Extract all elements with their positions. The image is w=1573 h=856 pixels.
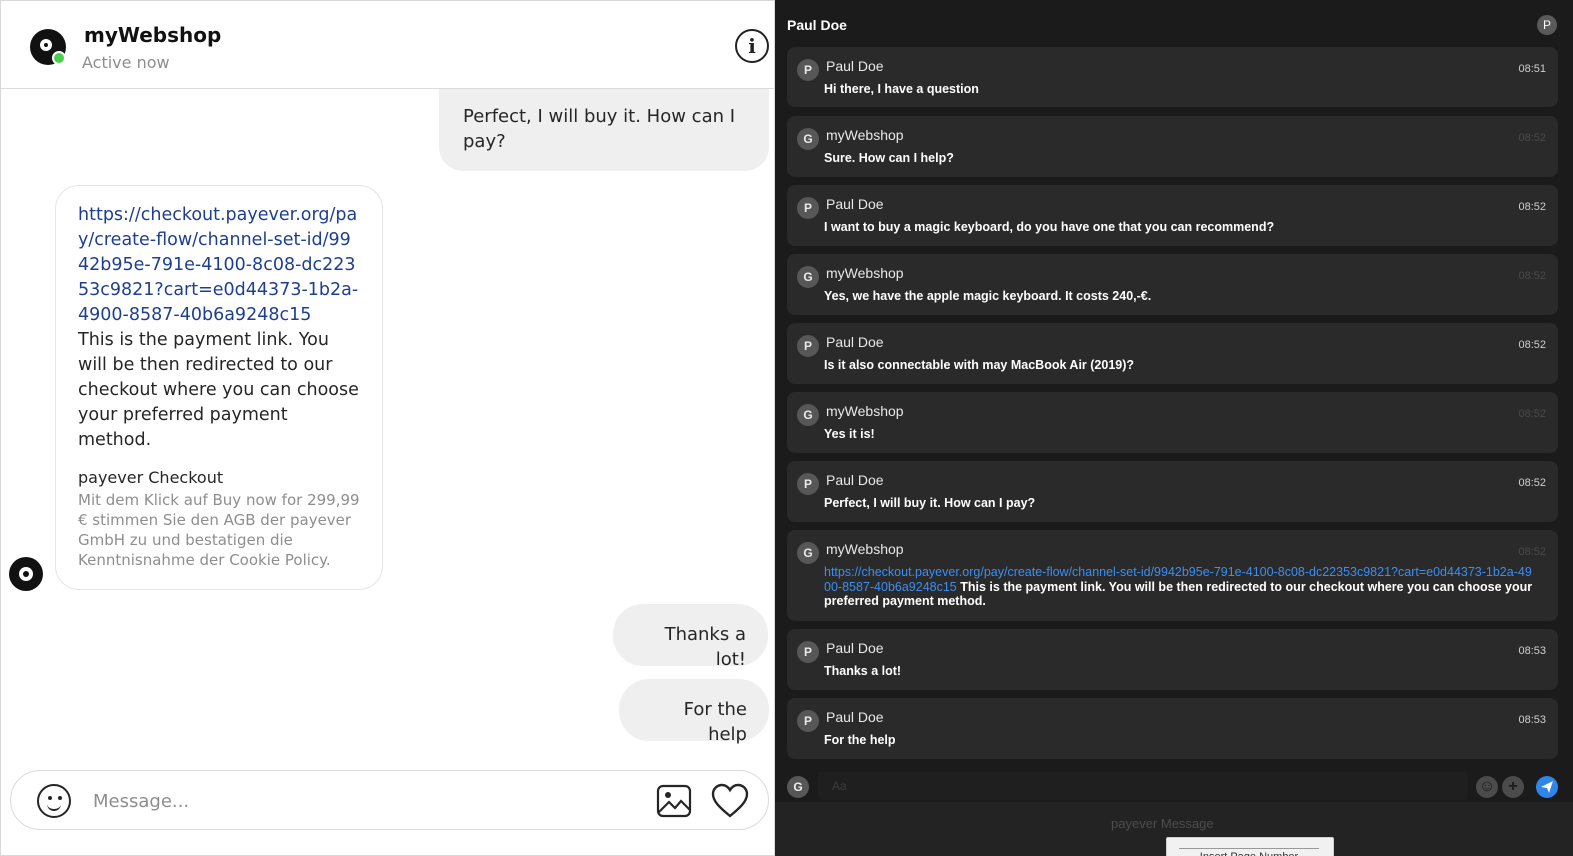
message-avatar: P — [797, 59, 819, 81]
image-icon[interactable] — [656, 783, 692, 819]
message-avatar: G — [797, 542, 819, 564]
message-avatar: P — [797, 335, 819, 357]
own-avatar: G — [787, 776, 809, 798]
message-card: P Paul Doe 08:51 Hi there, I have a ques… — [787, 47, 1558, 107]
brand-label: payever Message — [1111, 816, 1214, 831]
message-sender: Paul Doe — [826, 196, 884, 212]
message-text: I want to buy a magic keyboard, do you h… — [824, 220, 1275, 234]
message-time: 08:52 — [1518, 546, 1546, 558]
link-preview-text: Mit dem Klick auf Buy now for 299,99 € s… — [78, 491, 360, 569]
message-text: Hi there, I have a question — [824, 82, 979, 96]
message-text: Yes it is! — [824, 427, 875, 441]
shop-name[interactable]: myWebshop — [84, 23, 221, 47]
message-avatar: P — [797, 641, 819, 663]
message-card: G myWebshop 08:52 Yes it is! — [787, 392, 1558, 453]
outgoing-message: Perfect, I will buy it. How can I pay? — [439, 89, 769, 171]
message-time: 08:53 — [1518, 645, 1546, 657]
send-icon[interactable] — [1536, 776, 1558, 798]
message-sender: Paul Doe — [826, 709, 884, 725]
message-text: Sure. How can I help? — [824, 151, 954, 165]
plus-icon[interactable]: + — [1502, 776, 1524, 798]
message-time: 08:53 — [1518, 714, 1546, 726]
message-text: Thanks a lot! — [824, 664, 902, 678]
message-time: 08:52 — [1518, 132, 1546, 144]
message-time: 08:52 — [1518, 477, 1546, 489]
outgoing-message: Thanks a lot! — [613, 604, 768, 670]
info-icon[interactable]: i — [735, 29, 769, 63]
message-sender: myWebshop — [826, 541, 904, 557]
message-avatar: G — [797, 128, 819, 150]
message-text: For the help — [824, 733, 896, 747]
message-text: Perfect, I will buy it. How can I pay? — [824, 496, 1036, 510]
message-card: P Paul Doe 08:52 Perfect, I will buy it.… — [787, 461, 1558, 522]
message-card: G myWebshop 08:52 Yes, we have the apple… — [787, 254, 1558, 315]
online-status-dot — [52, 51, 66, 65]
contact-avatar[interactable]: P — [1537, 15, 1557, 35]
message-sender: Paul Doe — [826, 58, 884, 74]
message-avatar: G — [797, 404, 819, 426]
heart-icon[interactable] — [711, 783, 749, 819]
message-sender: Paul Doe — [826, 472, 884, 488]
message-card: P Paul Doe 08:53 For the help — [787, 698, 1558, 759]
insert-page-number-button[interactable]: Insert Page Number — [1166, 837, 1334, 856]
chat-header: myWebshop Active now i — [1, 1, 776, 89]
sender-avatar — [9, 557, 43, 591]
message-time: 08:52 — [1518, 270, 1546, 282]
message-avatar: P — [797, 710, 819, 732]
payment-link[interactable]: https://checkout.payever.org/pay/create-… — [78, 203, 360, 328]
conversation-header: Paul Doe P — [775, 0, 1573, 50]
message-text: Yes, we have the apple magic keyboard. I… — [824, 289, 1152, 303]
link-preview-title[interactable]: payever Checkout — [78, 466, 360, 490]
message-avatar: P — [797, 473, 819, 495]
payment-link-description: This is the payment link. You will be th… — [78, 330, 359, 450]
message-time: 08:52 — [1518, 408, 1546, 420]
message-time: 08:52 — [1518, 339, 1546, 351]
message-card: G myWebshop 08:52 https://checkout.payev… — [787, 530, 1558, 621]
outgoing-message: For the help — [619, 679, 769, 745]
message-card: P Paul Doe 08:52 Is it also connectable … — [787, 323, 1558, 384]
message-composer — [10, 770, 769, 830]
message-sender: myWebshop — [826, 265, 904, 281]
message-avatar: P — [797, 197, 819, 219]
insert-page-number-label: Insert Page Number — [1179, 848, 1319, 856]
message-time: 08:52 — [1518, 201, 1546, 213]
emoji-icon[interactable] — [37, 784, 71, 818]
message-sender: Paul Doe — [826, 334, 884, 350]
message-card: G myWebshop 08:52 Sure. How can I help? — [787, 116, 1558, 177]
active-status: Active now — [82, 53, 170, 72]
reply-composer: G ☺ + — [775, 768, 1573, 802]
message-sender: myWebshop — [826, 403, 904, 419]
message-sender: Paul Doe — [826, 640, 884, 656]
emoji-icon[interactable]: ☺ — [1476, 776, 1498, 798]
payever-message-panel: Paul Doe P P Paul Doe 08:51 Hi there, I … — [775, 0, 1573, 856]
message-card: P Paul Doe 08:52 I want to buy a magic k… — [787, 185, 1558, 246]
incoming-message-payment-link: https://checkout.payever.org/pay/create-… — [55, 185, 383, 590]
message-text: https://checkout.payever.org/pay/create-… — [824, 565, 1538, 609]
reply-input[interactable] — [818, 772, 1468, 800]
app-footer: payever Message Insert Page Number — [775, 802, 1573, 856]
instagram-chat-panel: myWebshop Active now i Perfect, I will b… — [0, 0, 776, 856]
message-avatar: G — [797, 266, 819, 288]
message-text: Is it also connectable with may MacBook … — [824, 358, 1135, 372]
message-sender: myWebshop — [826, 127, 904, 143]
message-card: P Paul Doe 08:53 Thanks a lot! — [787, 629, 1558, 690]
message-time: 08:51 — [1518, 63, 1546, 75]
message-input[interactable] — [93, 785, 633, 817]
contact-name: Paul Doe — [787, 17, 847, 33]
